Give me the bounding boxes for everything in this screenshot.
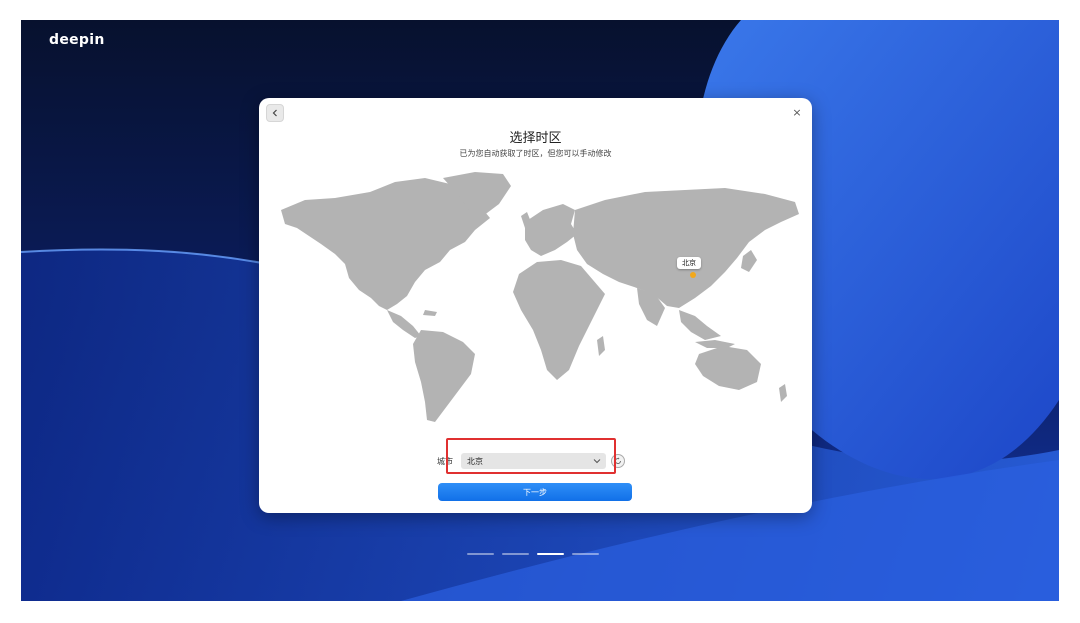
- city-marker-label: 北京: [677, 257, 701, 269]
- close-button[interactable]: ×: [790, 105, 804, 119]
- city-select[interactable]: 北京: [461, 453, 606, 469]
- page-dot-1[interactable]: [467, 553, 494, 555]
- back-button[interactable]: [266, 104, 284, 122]
- page-dot-4[interactable]: [572, 553, 599, 555]
- city-label: 城市: [437, 456, 453, 466]
- city-row: 城市 北京: [437, 452, 625, 470]
- southeast-asia: [679, 310, 721, 340]
- refresh-button[interactable]: [611, 454, 625, 468]
- dialog-subtitle: 已为您自动获取了时区，但您可以手动修改: [459, 149, 612, 158]
- next-button[interactable]: 下一步: [438, 483, 632, 501]
- deepin-logo: deepin: [49, 32, 105, 48]
- chevron-down-icon: [593, 459, 601, 464]
- australia: [695, 346, 761, 390]
- indonesia: [695, 340, 735, 348]
- close-icon: ×: [792, 105, 802, 119]
- madagascar: [597, 336, 605, 356]
- page-dot-3[interactable]: [537, 553, 564, 555]
- north-america: [281, 178, 490, 310]
- page-dot-2[interactable]: [502, 553, 529, 555]
- city-marker-icon: [690, 272, 696, 278]
- japan: [741, 250, 757, 272]
- central-america: [387, 310, 421, 338]
- timezone-dialog: × 选择时区 已为您自动获取了时区，但您可以手动修改 北京 城市 北京 下一步: [259, 98, 812, 513]
- refresh-icon: [615, 457, 621, 464]
- world-map[interactable]: [275, 170, 805, 432]
- africa: [513, 260, 605, 380]
- chevron-left-icon: [272, 109, 277, 117]
- europe: [525, 204, 577, 256]
- desktop-screen: deepin × 选择时区 已为您自动获取了时区，但您可以手动修改 北京 城市 …: [21, 20, 1059, 601]
- page-indicator: [467, 553, 599, 555]
- city-select-value: 北京: [467, 456, 483, 466]
- dialog-title: 选择时区: [509, 131, 562, 146]
- caribbean-islands: [423, 310, 437, 316]
- new-zealand: [779, 384, 787, 402]
- asia: [573, 188, 799, 308]
- south-america: [413, 330, 475, 422]
